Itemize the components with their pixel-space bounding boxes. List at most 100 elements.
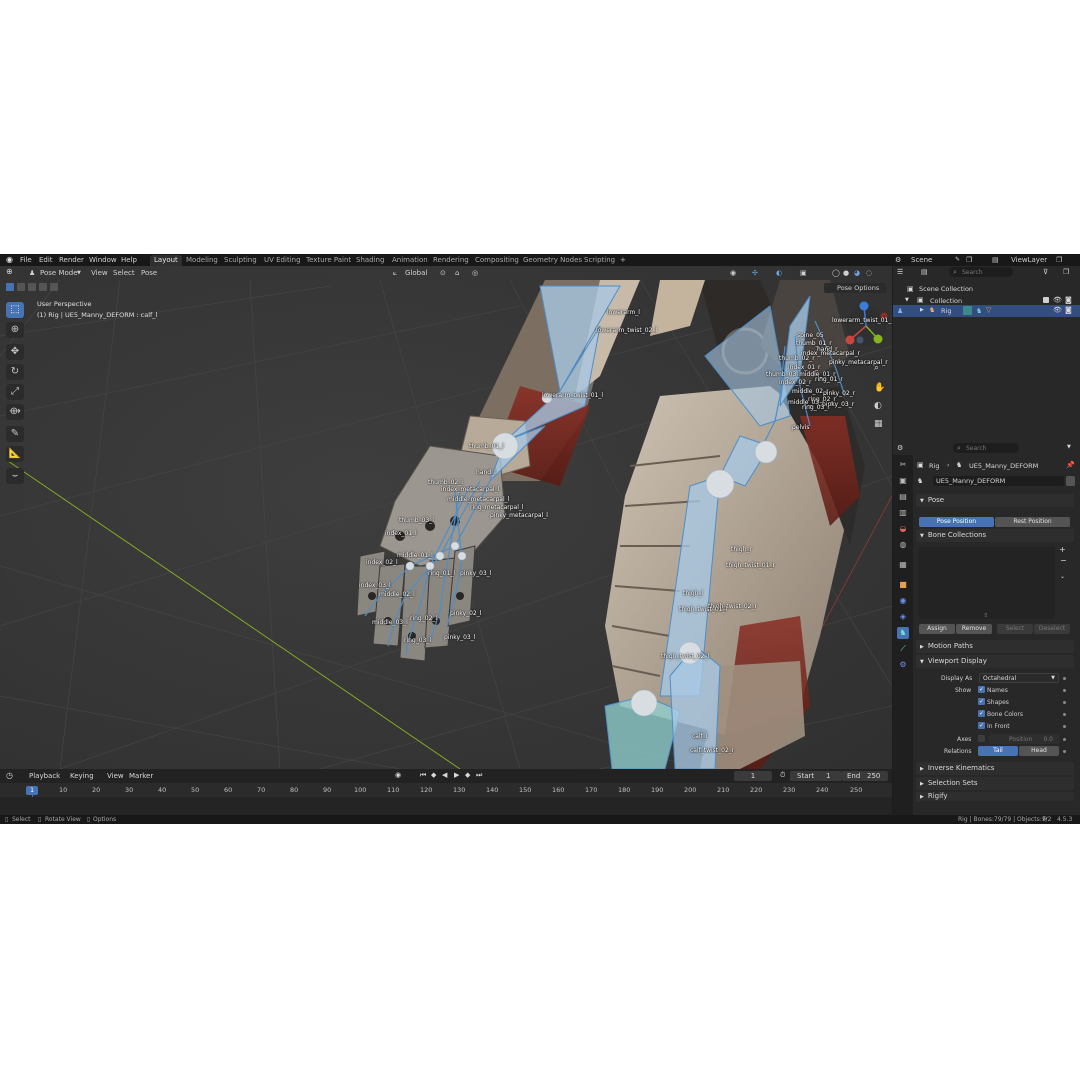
menu-file[interactable]: File [20,256,32,264]
select-extend-icon[interactable] [17,283,25,291]
chevron-down-icon[interactable]: ▼ [1067,444,1071,450]
camera-icon[interactable]: ◙ [1065,296,1072,304]
menu-view[interactable]: View [91,269,108,277]
tab-compositing[interactable]: Compositing [471,255,523,266]
scene-icon[interactable]: ⚙ [895,256,901,264]
menu-help[interactable]: Help [121,256,137,264]
tab-rendering[interactable]: Rendering [429,255,473,266]
blender-logo-icon[interactable]: ◉ [6,255,13,264]
collection-tab-icon[interactable]: ▦ [897,559,909,571]
previous-keyframe-icon[interactable]: ◆ [431,771,436,779]
remove-button[interactable]: Remove [956,624,992,634]
bone-constraint-tab-icon[interactable]: ⚙ [897,659,909,671]
menu-marker[interactable]: Marker [129,772,153,780]
eye-icon[interactable]: 👁 [1053,306,1062,314]
animate-property-icon[interactable] [1063,725,1066,728]
animate-property-icon[interactable] [1063,689,1066,692]
tab-shading[interactable]: Shading [352,255,388,266]
tab-texture-paint[interactable]: Texture Paint [302,255,355,266]
menu-view[interactable]: View [107,772,124,780]
output-tab-icon[interactable]: ▤ [897,491,909,503]
annotate-tool-icon[interactable]: ✎ [6,426,24,442]
visibility-icon[interactable]: ◉ [730,269,736,277]
tab-layout[interactable]: Layout [150,255,182,266]
animate-property-icon[interactable] [1063,677,1066,680]
constraint-icon[interactable]: ▽ [986,306,991,314]
chevron-right-icon[interactable]: ▶ [920,307,924,313]
tab-animation[interactable]: Animation [388,255,432,266]
menu-keying[interactable]: Keying [70,772,94,780]
names-checkbox[interactable]: ✓ [978,686,985,693]
scene-collection-label[interactable]: Scene Collection [919,285,973,293]
outliner-search-input[interactable]: ⌕ Search [949,267,1013,277]
jump-start-icon[interactable]: ⏮ [420,771,426,780]
next-keyframe-icon[interactable]: ◆ [465,771,470,779]
properties-search-input[interactable]: ⌕ Search [953,443,1019,453]
play-icon[interactable]: ▶ [454,771,459,779]
jump-end-icon[interactable]: ⏭ [476,771,482,780]
outliner[interactable]: ☰ ▤ ⌕ Search ⊽ ❐ ▣ Scene Collection ▼ ▣ … [893,266,1080,451]
menu-pose[interactable]: Pose [141,269,157,277]
measure-tool-icon[interactable]: 📐 [6,446,24,462]
outliner-row-rig[interactable]: ♟ ▶ ♞ Rig ♞ ▽ 👁 ◙ [893,305,1080,317]
tab-geometry-nodes[interactable]: Geometry Nodes [519,255,586,266]
select-subtract-icon[interactable] [28,283,36,291]
collection-label[interactable]: Collection [930,297,962,305]
pose-mode-icon[interactable]: ♟ [897,307,903,315]
select-invert-icon[interactable] [39,283,47,291]
play-reverse-icon[interactable]: ◀ [442,771,447,779]
mode-selector[interactable]: Pose Mode [40,269,78,277]
start-frame-field[interactable]: Start 1 [790,771,842,781]
chevron-down-icon[interactable]: ▼ [905,297,909,303]
animate-property-icon[interactable] [1063,738,1066,741]
motion-paths-panel-header[interactable]: ▶ Motion Paths [916,640,1074,653]
inverse-kinematics-panel-header[interactable]: ▶ Inverse Kinematics [916,762,1074,775]
new-collection-icon[interactable]: ❐ [1063,268,1069,276]
armature-name-field[interactable]: UE5_Manny_DEFORM [933,476,1064,486]
stopwatch-icon[interactable]: ⏱ [780,771,785,780]
xray-icon[interactable]: ▣ [800,269,807,277]
display-as-dropdown[interactable]: Octahedral ▼ [979,673,1059,683]
in-front-checkbox[interactable]: ✓ [978,722,985,729]
armature-data-icon[interactable]: ♞ [976,307,982,315]
menu-render[interactable]: Render [59,256,84,264]
resize-handle-icon[interactable]: ⠿ [984,613,988,619]
collection-checkbox[interactable] [1043,297,1049,303]
viewport-display-panel-header[interactable]: ▼ Viewport Display [916,655,1074,668]
editor-type-icon[interactable]: ⊕ [6,267,13,276]
camera-icon[interactable]: ◙ [1065,306,1072,314]
end-frame-field[interactable]: End 250 [842,771,888,781]
chevron-down-icon[interactable]: ⌄ [1060,573,1065,580]
bone-collections-list[interactable] [919,547,1055,619]
cursor-tool-icon[interactable]: ⊕ [6,322,24,338]
timeline-editor-icon[interactable]: ◷ [6,771,13,780]
rotate-tool-icon[interactable]: ↻ [6,364,24,380]
remove-icon[interactable]: − [1060,556,1067,565]
scene-name[interactable]: Scene [911,256,932,264]
overlays-toggle-icon[interactable]: ◐ [776,269,782,277]
menu-window[interactable]: Window [89,256,117,264]
current-frame-field[interactable]: 1 [734,771,772,781]
deselect-button[interactable]: Deselect [1034,624,1070,634]
tool-tab-icon[interactable]: ✂ [897,459,909,471]
select-box-tool-icon[interactable]: ⬚ [6,302,24,318]
properties-editor-icon[interactable]: ⚙ [897,444,903,452]
menu-edit[interactable]: Edit [39,256,53,264]
keyframe-track[interactable] [0,797,892,815]
proportional-icon[interactable]: ◎ [472,269,478,277]
pin-icon[interactable]: 📌 [1066,461,1075,469]
menu-select[interactable]: Select [113,269,135,277]
pose-panel-header[interactable]: ▼ Pose [916,494,1074,507]
select-new-icon[interactable] [6,283,14,291]
tab-modeling[interactable]: Modeling [182,255,222,266]
relations-head-button[interactable]: Head [1019,746,1059,756]
animate-property-icon[interactable] [1063,750,1066,753]
tab-sculpting[interactable]: Sculpting [220,255,261,266]
assign-button[interactable]: Assign [919,624,955,634]
rig-label[interactable]: Rig [941,307,951,315]
render-tab-icon[interactable]: ▣ [897,475,909,487]
pivot-icon[interactable]: ⊙ [440,269,446,277]
select-intersect-icon[interactable] [50,283,58,291]
gizmo-toggle-icon[interactable]: ✣ [752,269,758,277]
snap-icon[interactable]: ⌂ [455,269,459,277]
